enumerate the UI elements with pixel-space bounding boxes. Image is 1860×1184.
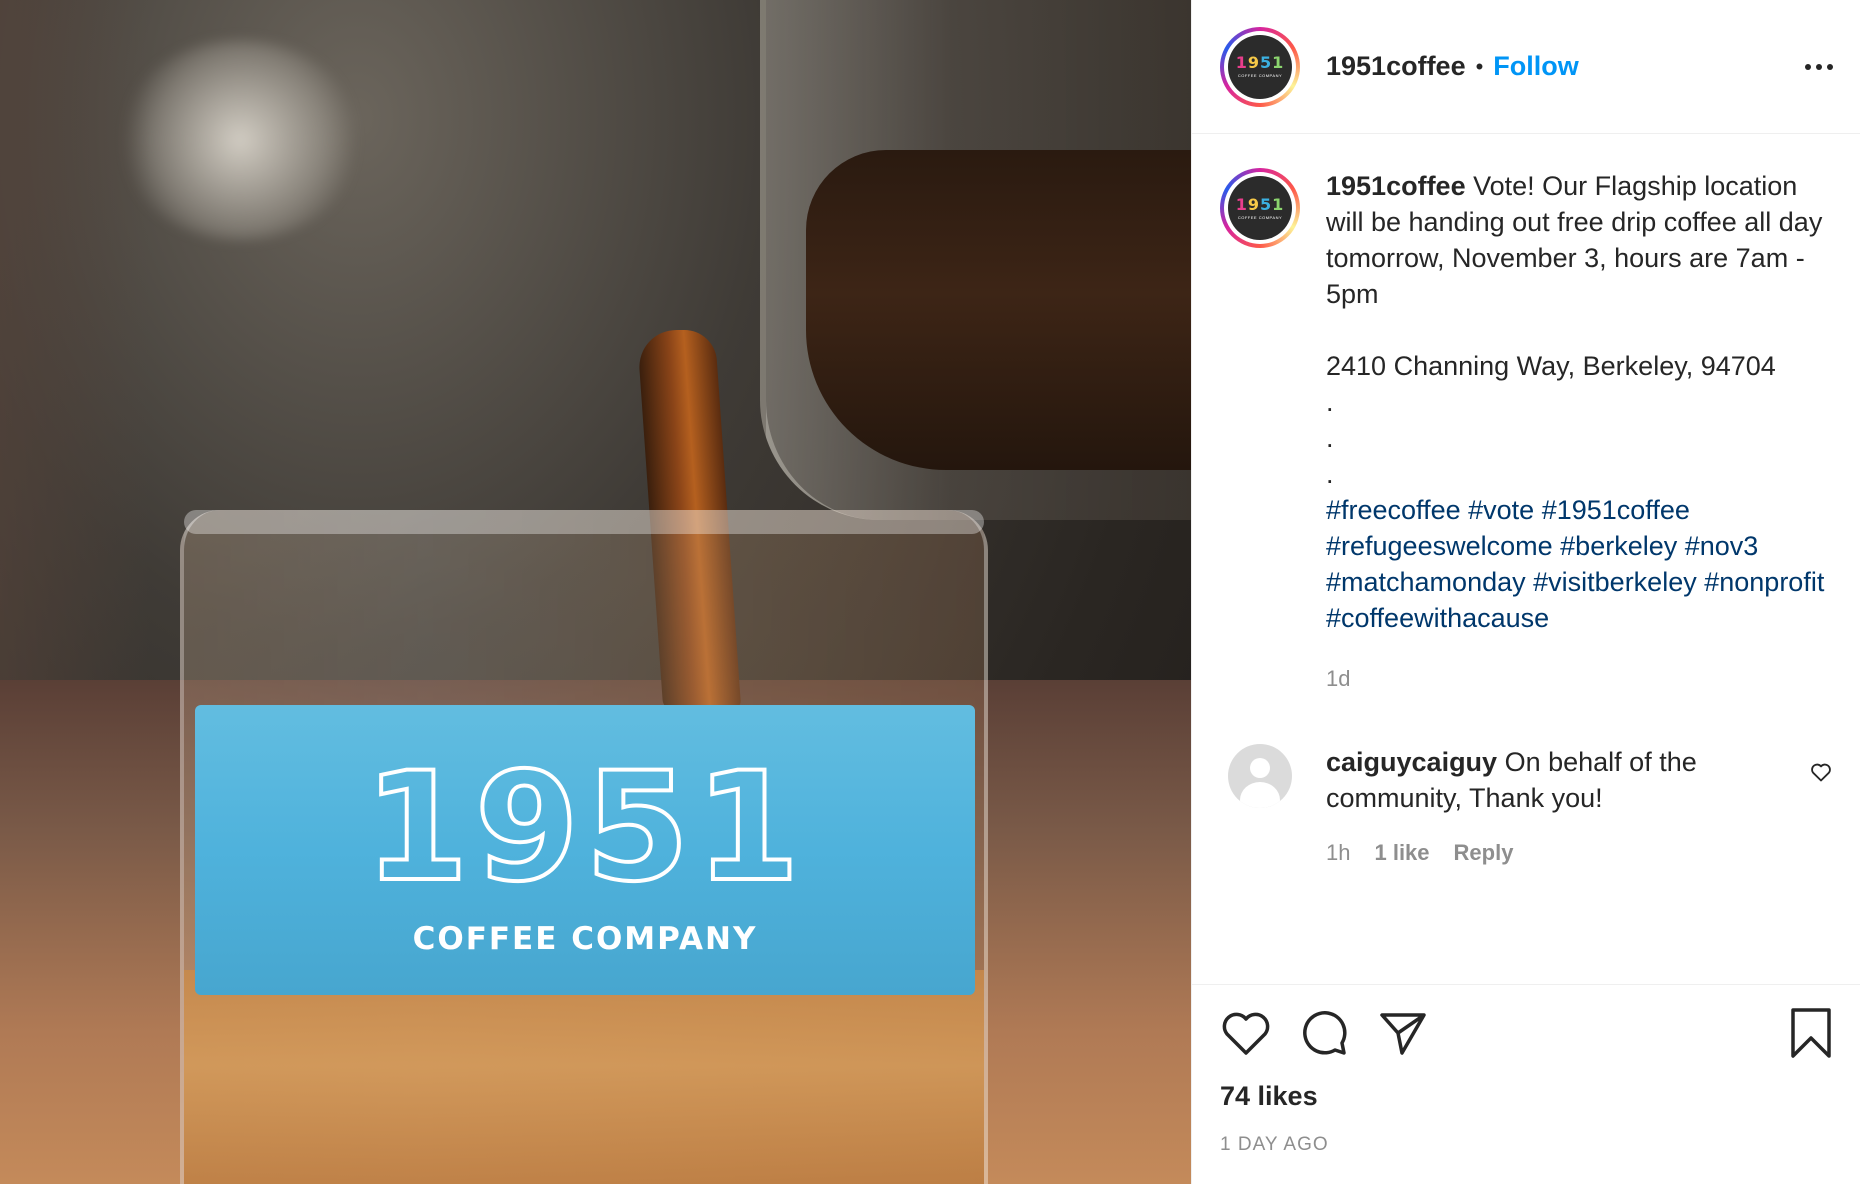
hashtag-list: #freecoffee #vote #1951coffee #refugeesw… [1326,492,1833,636]
avatar-subtext: COFFEE COMPANY [1237,214,1283,220]
share-send-icon[interactable] [1376,1007,1428,1059]
like-heart-icon[interactable] [1220,1009,1272,1057]
more-options-icon[interactable] [1805,56,1833,78]
profile-avatar[interactable]: 1951 COFFEE COMPANY [1220,26,1300,107]
post-caption: 1951 COFFEE COMPANY 1951coffee Vote! Our… [1220,168,1833,692]
glass-rim [184,510,984,534]
carafe-coffee [806,150,1191,470]
comment-heart-icon[interactable] [1809,760,1833,789]
follow-button[interactable]: Follow [1493,51,1578,82]
post-header: 1951 COFFEE COMPANY 1951coffee • Follow [1192,0,1860,134]
caption-time[interactable]: 1d [1326,666,1833,692]
hashtag-link[interactable]: #freecoffee [1326,495,1461,525]
comment-meta: 1h 1 like Reply [1326,840,1806,866]
comment-text: caiguycaiguy On behalf of the community,… [1326,744,1806,816]
caption-body: Vote! Our Flagship location will be hand… [1326,171,1823,489]
sleeve-number: 1951 [362,741,806,915]
avatar-number: 1951 [1235,194,1285,214]
hashtag-link[interactable]: #matchamonday [1326,567,1526,597]
comment-avatar[interactable] [1228,744,1292,808]
avatar-logo: 1951 COFFEE COMPANY [1228,176,1292,240]
sleeve-text: COFFEE COMPANY [412,921,758,957]
hashtag-link[interactable]: #visitberkeley [1533,567,1697,597]
instagram-post: 1951 COFFEE COMPANY 1951 COFFEE COMPANY … [0,0,1860,1184]
hashtag-link[interactable]: #nonprofit [1704,567,1824,597]
avatar-number: 1951 [1235,53,1285,72]
caption-avatar[interactable]: 1951 COFFEE COMPANY [1220,168,1300,248]
coffee-carafe [760,0,1191,520]
post-actions: 74 likes 1 DAY AGO [1192,984,1860,1184]
hashtag-link[interactable]: #vote [1468,495,1534,525]
comment-username[interactable]: caiguycaiguy [1326,747,1497,777]
reply-button[interactable]: Reply [1454,840,1514,866]
glass-coffee [184,970,984,1184]
caption-username[interactable]: 1951coffee [1326,171,1466,201]
post-photo[interactable]: 1951 COFFEE COMPANY [0,0,1191,1184]
hashtag-link[interactable]: #1951coffee [1542,495,1690,525]
hashtag-link[interactable]: #nov3 [1685,531,1759,561]
avatar-logo: 1951 COFFEE COMPANY [1228,34,1292,99]
action-icons [1220,1007,1833,1059]
likes-count[interactable]: 74 likes [1220,1081,1833,1112]
comment-likes[interactable]: 1 like [1374,840,1429,866]
caption-text: 1951coffee Vote! Our Flagship location w… [1326,168,1833,492]
glass-sleeve-logo: 1951 COFFEE COMPANY [195,705,975,995]
hashtag-link[interactable]: #refugeeswelcome [1326,531,1553,561]
comments-section: 1951 COFFEE COMPANY 1951coffee Vote! Our… [1192,134,1860,984]
hashtag-link[interactable]: #coffeewithacause [1326,603,1549,633]
comment-bubble-icon[interactable] [1298,1007,1350,1059]
header-separator: • [1475,53,1484,79]
bookmark-save-icon[interactable] [1789,1007,1833,1059]
post-side-panel: 1951 COFFEE COMPANY 1951coffee • Follow … [1191,0,1860,1184]
header-username[interactable]: 1951coffee [1326,51,1466,82]
comment-item: caiguycaiguy On behalf of the community,… [1220,744,1833,866]
avatar-subtext: COFFEE COMPANY [1237,73,1283,78]
background-bokeh [120,40,360,240]
hashtag-link[interactable]: #berkeley [1560,531,1677,561]
post-date[interactable]: 1 DAY AGO [1220,1134,1833,1156]
comment-time[interactable]: 1h [1326,840,1350,866]
